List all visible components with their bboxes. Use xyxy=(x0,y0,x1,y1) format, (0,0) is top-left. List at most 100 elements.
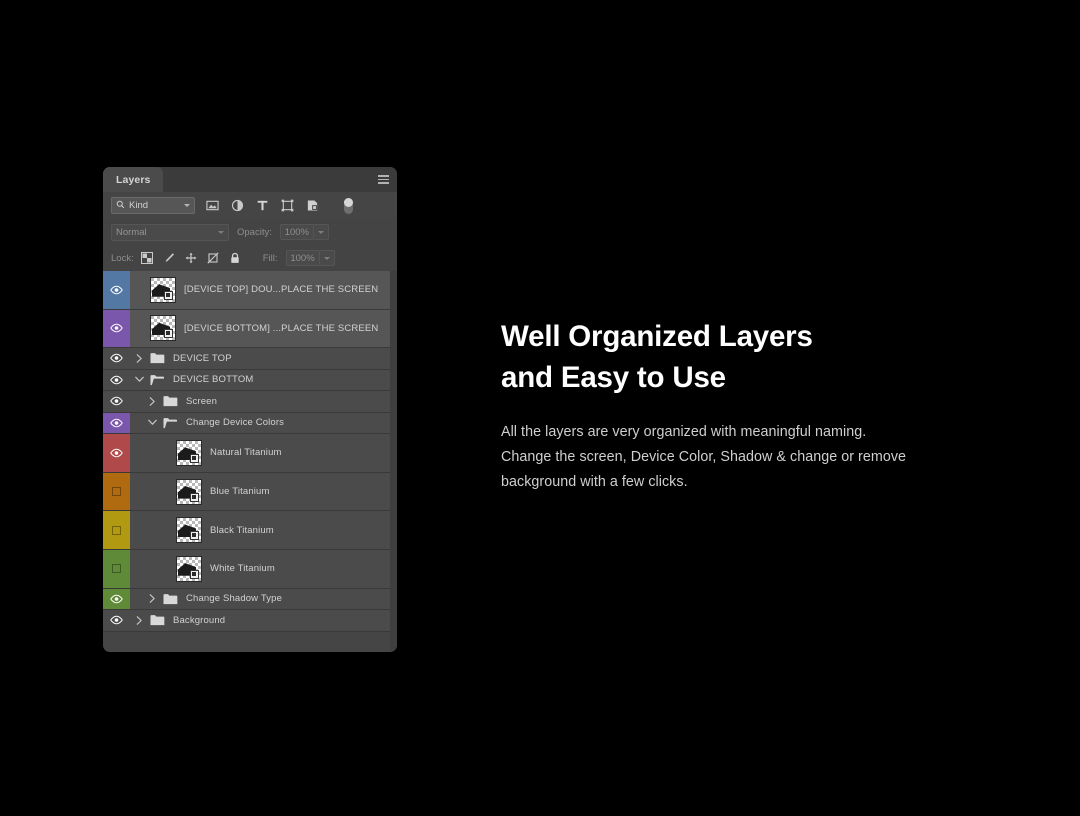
hidden-visibility-box xyxy=(112,564,121,574)
chevron-right-icon[interactable] xyxy=(146,397,159,406)
headline-line-2: and Easy to Use xyxy=(501,361,726,394)
body-line-2: Change the screen, Device Color, Shadow … xyxy=(501,448,907,465)
photoshop-layers-panel: Layers Kind Normal Opacity: 100% Lock: F… xyxy=(103,167,397,652)
layer-name: Background xyxy=(173,614,226,626)
layer-row[interactable]: White Titanium xyxy=(103,549,397,589)
layer-visibility-toggle[interactable] xyxy=(103,549,130,588)
layer-visibility-toggle[interactable] xyxy=(103,271,130,309)
chevron-right-icon[interactable] xyxy=(146,594,159,604)
layer-visibility-toggle[interactable] xyxy=(103,588,130,610)
lock-artboard-nesting-icon[interactable] xyxy=(207,252,219,264)
layer-row[interactable]: Change Device Colors xyxy=(103,412,397,435)
layer-list[interactable]: [DEVICE TOP] DOU...PLACE THE SCREEN [DEVI… xyxy=(103,271,397,652)
layer-thumbnail[interactable] xyxy=(176,478,202,505)
layer-visibility-toggle[interactable] xyxy=(103,472,130,511)
layer-thumbnail[interactable] xyxy=(176,555,202,582)
layer-row[interactable]: [DEVICE TOP] DOU...PLACE THE SCREEN xyxy=(103,271,397,310)
layer-row[interactable]: Natural Titanium xyxy=(103,434,397,473)
pixel-layer-filter-icon[interactable] xyxy=(206,199,219,212)
layer-visibility-toggle[interactable] xyxy=(103,610,130,631)
layer-name: Screen xyxy=(186,395,218,407)
folder-icon xyxy=(163,417,178,429)
layer-name: DEVICE TOP xyxy=(173,352,232,364)
layer-row[interactable]: Black Titanium xyxy=(103,511,397,550)
layer-name: DEVICE BOTTOM xyxy=(173,374,254,386)
layer-name: Change Device Colors xyxy=(186,417,285,429)
tab-strip-filler xyxy=(163,167,375,192)
lock-image-pixels-icon[interactable] xyxy=(163,252,175,264)
search-icon xyxy=(116,200,125,212)
lock-all-icon[interactable] xyxy=(229,252,241,264)
tab-layers[interactable]: Layers xyxy=(103,167,164,192)
chevron-right-icon[interactable] xyxy=(133,616,146,625)
layer-visibility-toggle[interactable] xyxy=(103,412,130,434)
filter-kind-select[interactable]: Kind xyxy=(111,197,195,214)
folder-icon xyxy=(163,593,178,605)
fill-value[interactable]: 100% xyxy=(285,250,320,266)
layer-name: Natural Titanium xyxy=(210,447,282,459)
layer-name: White Titanium xyxy=(210,563,275,575)
chevron-down-icon[interactable] xyxy=(133,376,146,383)
layer-thumbnail[interactable] xyxy=(150,276,176,303)
page-title: Well Organized Layers and Easy to Use xyxy=(501,316,981,398)
lock-transparent-pixels-icon[interactable] xyxy=(140,252,153,264)
body-line-1: All the layers are very organized with m… xyxy=(501,424,867,440)
chevron-down-icon xyxy=(184,204,190,207)
filter-type-icons xyxy=(206,197,353,214)
layer-row[interactable]: DEVICE BOTTOM xyxy=(103,369,397,392)
fill-control[interactable]: 100% xyxy=(282,250,335,266)
layer-name: Black Titanium xyxy=(210,524,274,536)
folder-icon xyxy=(150,614,165,626)
lock-label: Lock: xyxy=(111,252,134,264)
marketing-copy-block: Well Organized Layers and Easy to Use Al… xyxy=(501,316,981,494)
layer-thumbnail[interactable] xyxy=(150,315,176,342)
lock-position-icon[interactable] xyxy=(185,252,197,264)
folder-icon xyxy=(150,352,165,364)
layer-list-scrollbar[interactable] xyxy=(390,271,397,652)
body-line-3: background with a few clicks. xyxy=(501,473,688,490)
fill-stepper[interactable] xyxy=(319,250,335,266)
layer-row[interactable]: Change Shadow Type xyxy=(103,588,397,611)
page-description: All the layers are very organized with m… xyxy=(501,420,981,494)
smart-object-filter-icon[interactable] xyxy=(306,199,319,212)
layer-name: Blue Titanium xyxy=(210,486,270,498)
chevron-down-icon[interactable] xyxy=(146,419,159,426)
opacity-value[interactable]: 100% xyxy=(279,224,314,240)
chevron-down-icon xyxy=(323,256,330,260)
layer-row[interactable]: Blue Titanium xyxy=(103,472,397,512)
folder-icon xyxy=(163,395,178,407)
panel-tab-strip: Layers xyxy=(103,167,397,192)
adjustment-layer-filter-icon[interactable] xyxy=(231,199,244,212)
layer-row[interactable]: Screen xyxy=(103,391,397,413)
hidden-visibility-box xyxy=(112,487,121,497)
layer-row[interactable]: [DEVICE BOTTOM] ...PLACE THE SCREEN xyxy=(103,309,397,349)
layer-name: Change Shadow Type xyxy=(186,593,283,605)
filter-kind-value: Kind xyxy=(129,200,149,211)
layer-visibility-toggle[interactable] xyxy=(103,348,130,369)
opacity-stepper[interactable] xyxy=(313,224,329,240)
layer-name: [DEVICE TOP] DOU...PLACE THE SCREEN xyxy=(184,284,379,296)
headline-line-1: Well Organized Layers xyxy=(501,320,813,353)
fill-label: Fill: xyxy=(262,252,278,264)
blend-mode-select[interactable]: Normal xyxy=(111,223,229,241)
opacity-control[interactable]: 100% xyxy=(276,224,329,240)
filter-enable-toggle[interactable] xyxy=(344,197,353,214)
shape-layer-filter-icon[interactable] xyxy=(281,199,294,212)
layer-filter-row: Kind xyxy=(103,192,397,219)
layer-thumbnail[interactable] xyxy=(176,439,202,466)
layer-visibility-toggle[interactable] xyxy=(103,391,130,412)
layer-visibility-toggle[interactable] xyxy=(103,309,130,348)
chevron-down-icon xyxy=(218,230,224,234)
opacity-label: Opacity: xyxy=(237,226,272,238)
chevron-down-icon xyxy=(317,230,324,234)
layer-row[interactable]: DEVICE TOP xyxy=(103,348,397,370)
hamburger-menu-icon[interactable] xyxy=(375,167,397,192)
layer-name: [DEVICE BOTTOM] ...PLACE THE SCREEN xyxy=(184,322,379,334)
type-layer-filter-icon[interactable] xyxy=(256,199,269,212)
layer-visibility-toggle[interactable] xyxy=(103,434,130,472)
chevron-right-icon[interactable] xyxy=(133,354,146,363)
layer-visibility-toggle[interactable] xyxy=(103,370,130,391)
layer-row[interactable]: Background xyxy=(103,610,397,632)
layer-thumbnail[interactable] xyxy=(176,517,202,544)
layer-visibility-toggle[interactable] xyxy=(103,511,130,549)
